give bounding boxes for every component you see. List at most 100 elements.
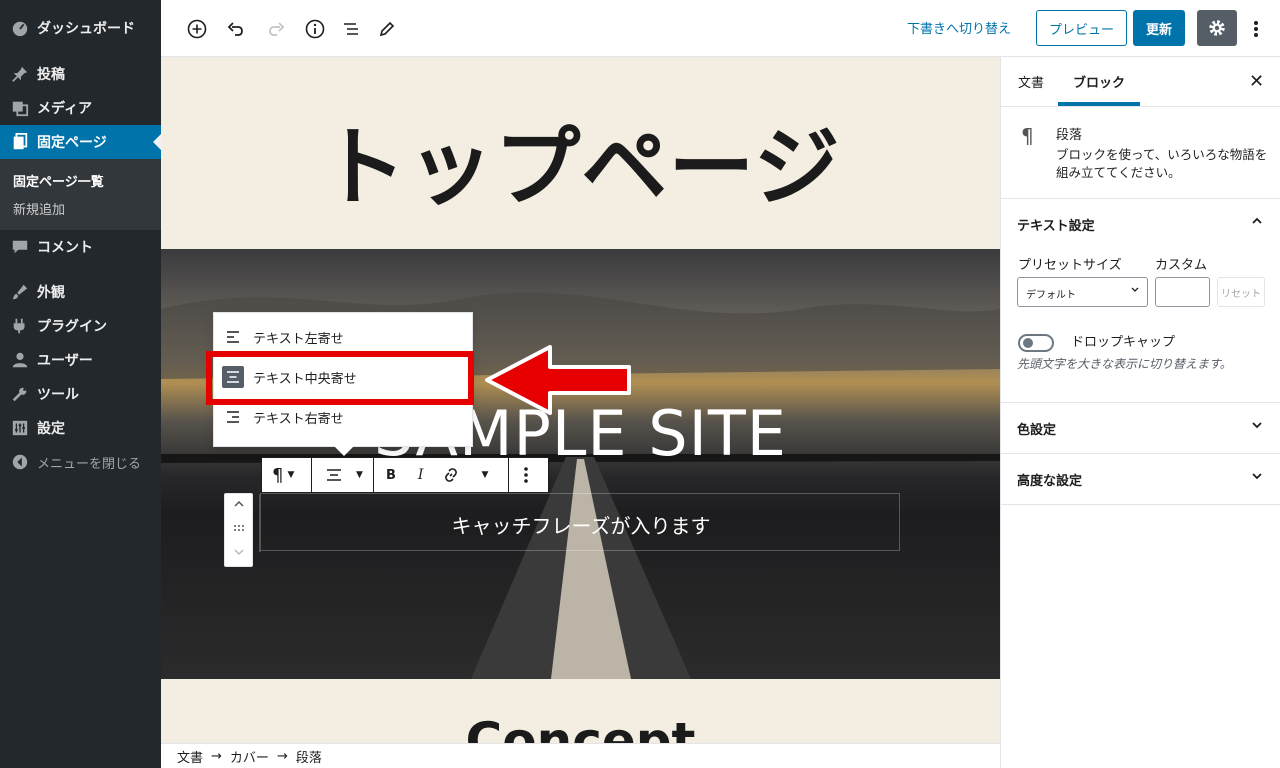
divider [1001, 453, 1280, 454]
block-breadcrumb: 文書 → カバー → 段落 [161, 743, 1000, 768]
sidebar-item-tools[interactable]: ツール [0, 377, 161, 411]
block-type-switcher[interactable]: ¶ ▼ [262, 458, 312, 492]
switch-to-draft-link[interactable]: 下書きへ切り替え [907, 18, 1011, 37]
sidebar-item-label: ユーザー [37, 353, 93, 369]
update-button[interactable]: 更新 [1133, 10, 1185, 46]
editor-toolbar: 下書きへ切り替え プレビュー 更新 [161, 0, 1280, 57]
block-toolbar: ¶ ▼ ▼ B I ▼ [261, 457, 549, 493]
more-rich-text-button[interactable]: ▼ [481, 470, 488, 480]
add-block-button[interactable] [182, 14, 212, 44]
format-group: B I ▼ [374, 458, 509, 492]
preset-size-value: デフォルト [1026, 290, 1076, 301]
align-dropdown-button[interactable]: ▼ [312, 458, 374, 492]
annotation-arrow-icon [485, 345, 631, 415]
link-button[interactable] [443, 460, 459, 490]
sidebar-item-comments[interactable]: コメント [0, 230, 161, 264]
drag-handle[interactable] [225, 522, 252, 536]
submenu-item-all-pages[interactable]: 固定ページ一覧 [13, 171, 104, 190]
drop-cap-label: ドロップキャップ [1071, 335, 1176, 350]
edit-mode-button[interactable] [372, 14, 402, 44]
preview-button[interactable]: プレビュー [1036, 10, 1127, 46]
arrow-right-icon: → [276, 748, 288, 764]
brush-icon [10, 282, 30, 302]
list-view-icon [344, 23, 358, 35]
settings-icon [10, 418, 30, 438]
sidebar-item-users[interactable]: ユーザー [0, 343, 161, 377]
plus-circle-icon [187, 19, 207, 39]
color-settings-title[interactable]: 色設定 [1017, 419, 1056, 438]
paragraph-block[interactable]: キャッチフレーズが入ります [259, 493, 901, 552]
move-down-button[interactable] [225, 546, 252, 561]
gear-icon [1209, 20, 1225, 36]
redo-icon [269, 22, 285, 36]
paragraph-icon: ¶ [1021, 124, 1034, 148]
bold-button[interactable]: B [386, 460, 396, 490]
outline-button[interactable] [336, 14, 366, 44]
text-settings-title[interactable]: テキスト設定 [1017, 215, 1095, 234]
chevron-down-icon [233, 549, 244, 556]
advanced-settings-title[interactable]: 高度な設定 [1017, 470, 1082, 489]
more-options-button[interactable] [1246, 14, 1266, 44]
annotation-highlight-box [206, 351, 474, 405]
catchphrase-text[interactable]: キャッチフレーズが入ります [261, 510, 901, 539]
sidebar-item-dashboard[interactable]: ダッシュボード [0, 11, 161, 45]
align-right-icon [222, 406, 244, 428]
close-icon[interactable]: ✕ [1249, 71, 1264, 92]
submenu-item-add-new[interactable]: 新規追加 [13, 199, 65, 218]
dashboard-icon [10, 18, 30, 38]
pages-icon [10, 132, 30, 152]
redo-button[interactable] [261, 14, 291, 44]
sidebar-item-appearance[interactable]: 外観 [0, 275, 161, 309]
info-button[interactable] [300, 14, 330, 44]
settings-toggle-button[interactable] [1197, 10, 1237, 46]
reset-button[interactable]: リセット [1217, 277, 1265, 307]
align-left-option[interactable]: テキスト左寄せ [214, 319, 472, 355]
sidebar-item-settings[interactable]: 設定 [0, 411, 161, 445]
undo-button[interactable] [221, 14, 251, 44]
preset-size-label: プリセットサイズ [1018, 258, 1122, 273]
breadcrumb-item-document[interactable]: 文書 [177, 747, 203, 766]
sidebar-item-plugins[interactable]: プラグイン [0, 309, 161, 343]
pencil-icon [379, 21, 395, 37]
media-icon [10, 98, 30, 118]
chevron-up-icon[interactable] [1251, 215, 1263, 231]
settings-sidebar: 文書 ブロック ✕ ¶ 段落 ブロックを使って、いろいろな物語を組み立ててくださ… [1000, 57, 1280, 768]
page-title[interactable]: トップページ [161, 97, 1000, 222]
preset-size-select[interactable]: デフォルト [1017, 277, 1148, 307]
concept-heading[interactable]: Concept [161, 712, 1000, 743]
pages-submenu: 固定ページ一覧 新規追加 [0, 159, 161, 230]
caret-down-icon: ▼ [287, 470, 295, 480]
collapse-icon [10, 452, 30, 472]
sidebar-item-pages[interactable]: 固定ページ [0, 125, 161, 159]
tab-block[interactable]: ブロック [1073, 72, 1125, 91]
breadcrumb-item-cover[interactable]: カバー [230, 747, 269, 766]
chevron-down-icon[interactable] [1251, 470, 1263, 486]
custom-size-input[interactable] [1155, 277, 1210, 307]
sidebar-collapse-menu[interactable]: メニューを閉じる [0, 445, 161, 479]
sidebar-item-label: ダッシュボード [37, 21, 135, 37]
admin-sidebar: ダッシュボード 投稿 メディア 固定ページ 固定ページ一覧 新規追加 コメント … [0, 0, 161, 768]
sidebar-item-label: 外観 [37, 285, 65, 301]
divider [1001, 504, 1280, 505]
sidebar-item-label: 設定 [37, 421, 65, 437]
sidebar-item-label: 固定ページ [37, 135, 107, 151]
tab-document[interactable]: 文書 [1018, 72, 1044, 91]
divider [1001, 402, 1280, 403]
move-up-button[interactable] [225, 498, 252, 513]
sidebar-item-label: 投稿 [37, 67, 65, 83]
custom-size-label: カスタム [1155, 258, 1208, 273]
chevron-down-icon[interactable] [1251, 419, 1263, 435]
italic-button[interactable]: I [418, 460, 424, 490]
link-icon [445, 468, 458, 482]
align-option-label: テキスト左寄せ [253, 331, 344, 347]
sidebar-item-label: メニューを閉じる [37, 456, 142, 472]
divider [1001, 106, 1280, 107]
vertical-ellipsis-icon [523, 460, 529, 490]
drop-cap-toggle[interactable] [1018, 334, 1054, 352]
drop-cap-help: 先頭文字を大きな表示に切り替えます。 [1017, 357, 1232, 371]
sidebar-item-posts[interactable]: 投稿 [0, 57, 161, 91]
sidebar-item-label: メディア [37, 101, 93, 117]
breadcrumb-item-paragraph[interactable]: 段落 [296, 747, 322, 766]
block-more-options[interactable] [509, 458, 548, 492]
sidebar-item-media[interactable]: メディア [0, 91, 161, 125]
